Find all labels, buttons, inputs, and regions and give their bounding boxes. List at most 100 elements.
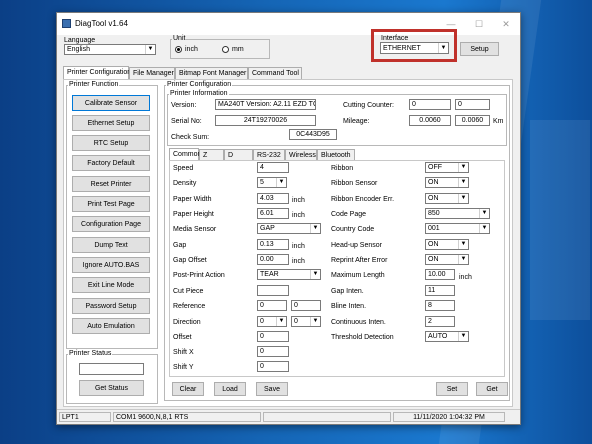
chevron-down-icon: ▼ — [458, 240, 468, 249]
get-status-button[interactable]: Get Status — [79, 380, 144, 396]
direction-select-1[interactable]: 0 ▼ — [257, 316, 287, 327]
printer-status-field — [79, 363, 144, 375]
paper-height-field[interactable]: 6.01 — [257, 208, 289, 219]
chevron-down-icon: ▼ — [458, 163, 468, 172]
ribbon-encoder-select[interactable]: ON ▼ — [425, 193, 469, 204]
status-bar: LPT1 COM1 9600,N,8,1 RTS 11/11/2020 1:04… — [57, 409, 520, 424]
printer-status-label: Printer Status — [68, 350, 113, 358]
reprint-after-error-select[interactable]: ON ▼ — [425, 254, 469, 265]
code-page-select[interactable]: 850 ▼ — [425, 208, 490, 219]
ignore-autobas-button[interactable]: Ignore AUTO.BAS — [72, 257, 150, 273]
post-print-action-label: Post-Print Action — [173, 272, 225, 279]
continuous-inten-field[interactable]: 2 — [425, 316, 455, 327]
shift-y-label: Shift Y — [173, 364, 194, 371]
unit-label: Unit — [172, 35, 187, 43]
shift-x-field[interactable]: 0 — [257, 346, 289, 357]
country-code-select[interactable]: 001 ▼ — [425, 223, 490, 234]
rtc-setup-button[interactable]: RTC Setup — [72, 135, 150, 151]
setup-button[interactable]: Setup — [460, 42, 499, 56]
unit-mm-label: mm — [232, 46, 244, 53]
unit-mm-radio[interactable] — [222, 46, 229, 53]
close-icon[interactable]: ✕ — [492, 16, 520, 32]
offset-field[interactable]: 0 — [257, 331, 289, 342]
gap-offset-label: Gap Offset — [173, 257, 207, 264]
reference-y-field[interactable]: 0 — [291, 300, 321, 311]
gap-inten-label: Gap Inten. — [331, 288, 364, 295]
cut-piece-field[interactable] — [257, 285, 289, 296]
serial-number-field: 24T19270026 — [215, 115, 316, 126]
printer-function-label: Printer Function — [68, 81, 120, 89]
tab-command-tool[interactable]: Command Tool — [248, 67, 302, 79]
password-setup-button[interactable]: Password Setup — [72, 298, 150, 314]
ribbon-sensor-select[interactable]: ON ▼ — [425, 177, 469, 188]
gap-label: Gap — [173, 242, 187, 249]
mileage-unit: Km — [493, 118, 504, 125]
speed-field[interactable]: 4 — [257, 162, 289, 173]
mileage-field-2: 0.0060 — [455, 115, 490, 126]
chevron-down-icon: ▼ — [310, 224, 320, 233]
paper-width-unit: inch — [292, 197, 305, 204]
post-print-action-value: TEAR — [260, 271, 279, 278]
printer-information-label: Printer Information — [169, 90, 229, 98]
get-button[interactable]: Get — [476, 382, 508, 396]
chevron-down-icon: ▼ — [458, 194, 468, 203]
maximum-length-field[interactable]: 10.00 — [425, 269, 455, 280]
threshold-detection-select[interactable]: AUTO ▼ — [425, 331, 469, 342]
paper-width-field[interactable]: 4.03 — [257, 193, 289, 204]
offset-label: Offset — [173, 334, 192, 341]
language-select[interactable]: English ▼ — [64, 44, 156, 55]
direction-value-1: 0 — [260, 318, 264, 325]
reprint-after-error-value: ON — [428, 256, 439, 263]
factory-default-button[interactable]: Factory Default — [72, 155, 150, 171]
threshold-detection-value: AUTO — [428, 333, 448, 340]
gap-field[interactable]: 0.13 — [257, 239, 289, 250]
shift-y-field[interactable]: 0 — [257, 361, 289, 372]
reset-printer-button[interactable]: Reset Printer — [72, 176, 150, 192]
mileage-field-1: 0.0060 — [409, 115, 451, 126]
chevron-down-icon: ▼ — [310, 270, 320, 279]
gap-unit: inch — [292, 243, 305, 250]
exit-line-mode-button[interactable]: Exit Line Mode — [72, 277, 150, 293]
gap-offset-field[interactable]: 0.00 — [257, 254, 289, 265]
printer-status-group — [66, 354, 158, 404]
gap-offset-unit: inch — [292, 258, 305, 265]
configuration-page-button[interactable]: Configuration Page — [72, 216, 150, 232]
unit-inch-radio[interactable] — [175, 46, 182, 53]
dump-text-button[interactable]: Dump Text — [72, 237, 150, 253]
direction-label: Direction — [173, 319, 201, 326]
threshold-detection-label: Threshold Detection — [331, 334, 394, 341]
headup-sensor-value: ON — [428, 241, 439, 248]
cut-piece-label: Cut Piece — [173, 288, 204, 295]
calibrate-sensor-button[interactable]: Calibrate Sensor — [72, 95, 150, 111]
set-button[interactable]: Set — [436, 382, 468, 396]
reference-x-field[interactable]: 0 — [257, 300, 287, 311]
ethernet-setup-button[interactable]: Ethernet Setup — [72, 115, 150, 131]
bline-inten-field[interactable]: 8 — [425, 300, 455, 311]
ribbon-select[interactable]: OFF ▼ — [425, 162, 469, 173]
direction-select-2[interactable]: 0 ▼ — [291, 316, 321, 327]
app-icon — [62, 19, 71, 28]
ribbon-sensor-value: ON — [428, 179, 439, 186]
speed-label: Speed — [173, 165, 194, 172]
status-datetime: 11/11/2020 1:04:32 PM — [393, 412, 505, 422]
cutting-counter-field-1: 0 — [409, 99, 451, 110]
tab-file-manager[interactable]: File Manager — [129, 67, 175, 79]
clear-button[interactable]: Clear — [172, 382, 204, 396]
load-button[interactable]: Load — [214, 382, 246, 396]
ribbon-encoder-label: Ribbon Encoder Err. — [331, 196, 395, 203]
paper-width-label: Paper Width — [173, 196, 212, 203]
post-print-action-select[interactable]: TEAR ▼ — [257, 269, 321, 280]
auto-emulation-button[interactable]: Auto Emulation — [72, 318, 150, 334]
tab-printer-configuration[interactable]: Printer Configuration — [63, 66, 131, 79]
density-select[interactable]: 5 ▼ — [257, 177, 287, 188]
tab-bitmap-font-manager[interactable]: Bitmap Font Manager — [175, 67, 248, 79]
maximize-icon[interactable]: ☐ — [465, 16, 493, 32]
print-test-page-button[interactable]: Print Test Page — [72, 196, 150, 212]
media-sensor-select[interactable]: GAP ▼ — [257, 223, 321, 234]
gap-inten-field[interactable]: 11 — [425, 285, 455, 296]
headup-sensor-select[interactable]: ON ▼ — [425, 239, 469, 250]
check-sum-label: Check Sum: — [171, 134, 210, 141]
density-value: 5 — [260, 179, 264, 186]
window-title: DiagTool v1.64 — [75, 19, 128, 28]
save-button[interactable]: Save — [256, 382, 288, 396]
